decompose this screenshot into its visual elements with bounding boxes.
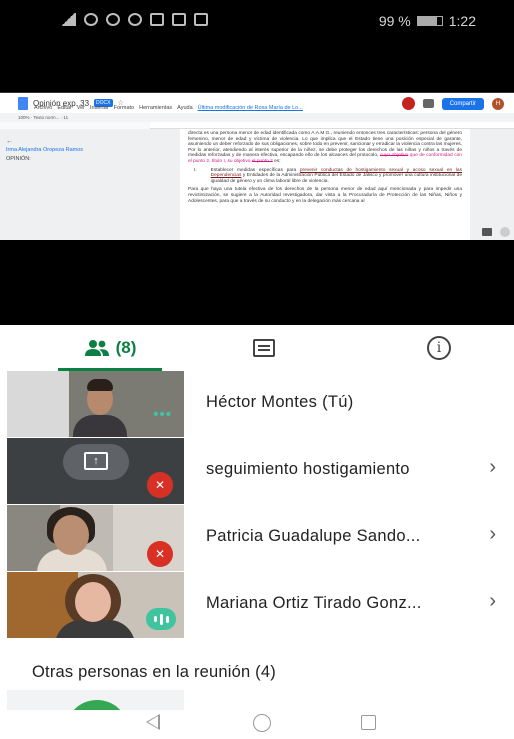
more-options-icon[interactable]: ••• — [153, 406, 172, 423]
status-right: 99 % 1:22 — [379, 13, 476, 29]
clock: 1:22 — [448, 13, 476, 29]
tab-chat[interactable] — [244, 333, 284, 363]
participant-row[interactable]: ↑ ✕ seguimiento hostigamiento › — [0, 438, 514, 505]
recent-apps-icon[interactable] — [361, 715, 376, 730]
outline-label: OPINIÓN: — [6, 156, 31, 162]
comments-icon — [422, 99, 434, 108]
battery-percent: 99 % — [378, 13, 411, 29]
back-icon[interactable] — [146, 714, 160, 730]
menu-ayuda: Ayuda — [177, 105, 193, 111]
participant-row[interactable]: ••• Héctor Montes (Tú) — [0, 371, 514, 438]
doc-paragraph-1: directa es una persona menor de edad ide… — [188, 131, 462, 164]
meeting-tabs: (8) i — [0, 325, 514, 371]
participant-avatar — [7, 690, 184, 710]
info-icon: i — [427, 336, 451, 360]
doc-ruler — [150, 122, 514, 129]
participant-name: Héctor Montes (Tú) — [206, 393, 354, 411]
gallery-icon — [172, 13, 186, 26]
mic-off-icon: ✕ — [147, 541, 173, 567]
signal-icon — [60, 13, 76, 26]
participant-name: seguimiento hostigamiento — [206, 460, 410, 478]
participant-video: ↑ ✕ — [7, 438, 184, 504]
explore-icon — [482, 228, 492, 236]
menu-formato: Formato — [113, 105, 135, 111]
doc-avatar: H — [492, 97, 504, 110]
chevron-right-icon[interactable]: › — [489, 590, 496, 613]
doc-outline: ← Irma Alejandra Oropeza Ramos OPINIÓN: — [6, 137, 146, 164]
chevron-right-icon[interactable]: › — [489, 523, 496, 546]
presentation-tile: ↑ — [63, 444, 129, 480]
docs-logo-icon — [18, 96, 28, 110]
speaking-indicator-icon — [146, 608, 176, 630]
participant-video — [7, 572, 184, 638]
participant-row[interactable]: ✕ Patricia Guadalupe Sando... › — [0, 505, 514, 572]
doc-toolbar: 100% · Texto norm... · 11 — [0, 113, 514, 122]
battery-icon — [416, 16, 443, 26]
toolbar-text: 100% · Texto norm... · 11 — [18, 115, 69, 120]
others-section-title: Otras personas en la reunión (4) — [32, 663, 276, 681]
participant-video: ✕ — [7, 505, 184, 571]
menu-ver: Ver — [76, 105, 85, 111]
doc-paragraph-2: Para que haya una tutela efectiva de los… — [188, 187, 462, 204]
last-edit-link: Última modificación de Rosa María de Lo.… — [197, 105, 303, 111]
chevron-right-icon[interactable]: › — [489, 456, 496, 479]
menu-archivo: Archivo — [34, 105, 53, 111]
doc-header-actions: Compartir H — [401, 97, 504, 110]
tab-info[interactable]: i — [419, 333, 459, 363]
shared-screen[interactable]: Opinión exp. 33 DOCX ☆ Compartir H Archi… — [0, 92, 514, 240]
doc-list-item: I. Establecer medidas específicas para p… — [194, 167, 462, 184]
people-count: (8) — [115, 338, 137, 357]
back-arrow-icon: ← — [6, 138, 13, 145]
android-nav-bar — [0, 710, 514, 739]
menu-editar: Editar — [57, 105, 72, 111]
side-panel-icon — [500, 227, 510, 237]
whatsapp-icon — [128, 13, 142, 26]
chat-icon — [253, 339, 275, 357]
calendar-icon — [150, 13, 164, 26]
video-letterbox-bottom — [0, 240, 514, 325]
participant-name: Mariana Ortiz Tirado Gonz... — [206, 594, 422, 612]
outline-name: Irma Alejandra Oropeza Ramos — [6, 147, 84, 153]
meet-icon — [401, 97, 415, 110]
tab-people[interactable]: (8) — [60, 333, 160, 363]
wifi-icon — [84, 13, 98, 26]
doc-menu-bar: Archivo Editar Ver Insertar Formato Herr… — [34, 105, 303, 111]
mic-off-icon: ✕ — [147, 472, 173, 498]
doc-page: directa es una persona menor de edad ide… — [180, 129, 470, 240]
participant-row[interactable]: Mariana Ortiz Tirado Gonz... › — [0, 572, 514, 639]
home-icon[interactable] — [253, 714, 271, 732]
share-button: Compartir — [441, 97, 484, 110]
participant-video: ••• — [7, 371, 184, 437]
people-icon — [84, 340, 109, 356]
present-screen-icon: ↑ — [84, 452, 108, 470]
video-letterbox-top — [0, 44, 514, 92]
location-icon — [106, 13, 120, 26]
menu-herramientas: Herramientas — [139, 105, 173, 111]
doc-body: ← Irma Alejandra Oropeza Ramos OPINIÓN: … — [0, 129, 514, 240]
notification-icons — [60, 13, 208, 26]
participant-name: Patricia Guadalupe Sando... — [206, 527, 421, 545]
status-bar: 99 % 1:22 — [0, 0, 514, 44]
menu-insertar: Insertar — [89, 105, 109, 111]
calendar-31-icon — [194, 13, 208, 26]
